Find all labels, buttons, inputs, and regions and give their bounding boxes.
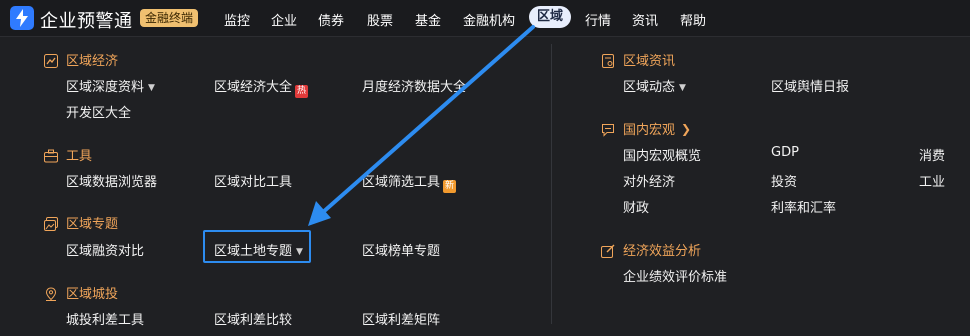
section-tools: 工具: [44, 145, 92, 164]
new-tag: 新: [443, 180, 457, 193]
nav-item-market[interactable]: 行情: [585, 10, 611, 29]
menu-item-regional-spread-comparison[interactable]: 区域利差比较: [214, 309, 292, 328]
caret-down-icon: ▼: [148, 83, 155, 93]
menu-item-foreign-economy[interactable]: 对外经济: [623, 171, 675, 190]
menu-item-monthly-economic-data[interactable]: 月度经济数据大全: [362, 76, 466, 95]
section-regional-topics: 区域专题: [44, 213, 118, 232]
top-navigation-bar: 企业预警通 金融终端 监控 企业 债券 股票 基金 金融机构 区域 行情 资讯 …: [0, 0, 970, 37]
menu-item-regional-data-browser[interactable]: 区域数据浏览器: [66, 171, 157, 190]
brand-name[interactable]: 企业预警通: [40, 7, 133, 33]
section-title: 区域资讯: [623, 54, 676, 69]
menu-item-development-zones[interactable]: 开发区大全: [66, 102, 131, 121]
analysis-edit-icon: [601, 243, 615, 258]
section-title: 国内宏观: [623, 123, 676, 138]
caret-down-icon: ▼: [679, 83, 686, 93]
menu-item-industry[interactable]: 工业: [919, 171, 945, 190]
menu-item-macro-overview[interactable]: 国内宏观概览: [623, 145, 701, 164]
menu-item-public-opinion-daily[interactable]: 区域舆情日报: [771, 76, 849, 95]
section-title: 区域城投: [66, 287, 119, 302]
menu-item-regional-financing-comparison[interactable]: 区域融资对比: [66, 240, 144, 259]
menu-item-enterprise-performance-standards[interactable]: 企业绩效评价标准: [623, 266, 727, 285]
nav-item-help[interactable]: 帮助: [680, 10, 706, 29]
menu-item-public-finance[interactable]: 财政: [623, 197, 649, 216]
menu-item-regional-dynamics[interactable]: 区域动态 ▼: [623, 76, 686, 95]
nav-item-monitor[interactable]: 监控: [224, 10, 250, 29]
menu-item-regional-economy-compendium[interactable]: 区域经济大全热: [214, 76, 309, 98]
nav-item-enterprise[interactable]: 企业: [271, 10, 297, 29]
menu-item-regional-ranking-topic[interactable]: 区域榜单专题: [362, 240, 440, 259]
hot-tag: 热: [295, 85, 309, 98]
terminal-badge: 金融终端: [140, 9, 199, 27]
menu-item-consumption[interactable]: 消费: [919, 145, 945, 164]
nav-item-region[interactable]: 区域: [529, 6, 572, 28]
column-divider: [551, 44, 552, 324]
annotation-arrow: [308, 25, 535, 226]
menu-item-interest-and-exchange-rates[interactable]: 利率和汇率: [771, 197, 836, 216]
toolbox-icon: [44, 148, 58, 162]
image-gallery-icon: [44, 216, 58, 231]
nav-item-stocks[interactable]: 股票: [367, 10, 393, 29]
highlight-annotation-box: [203, 230, 311, 263]
section-title: 经济效益分析: [623, 244, 702, 259]
section-title: 区域专题: [66, 217, 119, 232]
news-document-icon: [601, 53, 615, 68]
nav-item-bonds[interactable]: 债券: [318, 10, 344, 29]
nav-item-financial-institutions[interactable]: 金融机构: [463, 10, 515, 29]
menu-item-investment[interactable]: 投资: [771, 171, 797, 190]
chevron-right-icon: ❯: [681, 121, 692, 136]
location-pin-icon: [44, 286, 58, 301]
chart-icon: [44, 53, 58, 68]
section-title: 工具: [66, 149, 93, 164]
section-economic-efficiency: 经济效益分析: [601, 240, 701, 259]
menu-item-regional-spread-matrix[interactable]: 区域利差矩阵: [362, 309, 440, 328]
section-regional-news: 区域资讯: [601, 50, 675, 69]
menu-item-gdp[interactable]: GDP: [771, 145, 799, 160]
nav-item-news[interactable]: 资讯: [632, 10, 658, 29]
menu-item-regional-deep-data[interactable]: 区域深度资料 ▼: [66, 76, 155, 95]
section-regional-economy: 区域经济: [44, 50, 118, 69]
menu-item-regional-filter-tool[interactable]: 区域筛选工具新: [362, 171, 457, 193]
lightning-logo-icon[interactable]: [10, 6, 34, 30]
section-title: 区域经济: [66, 54, 119, 69]
section-domestic-macro[interactable]: 国内宏观 ❯: [601, 119, 691, 138]
section-urban-investment: 区域城投: [44, 283, 118, 302]
menu-item-regional-comparison-tool[interactable]: 区域对比工具: [214, 171, 292, 190]
menu-item-chengtou-spread-tool[interactable]: 城投利差工具: [66, 309, 144, 328]
nav-item-funds[interactable]: 基金: [415, 10, 441, 29]
chat-bubble-icon: [601, 122, 615, 137]
